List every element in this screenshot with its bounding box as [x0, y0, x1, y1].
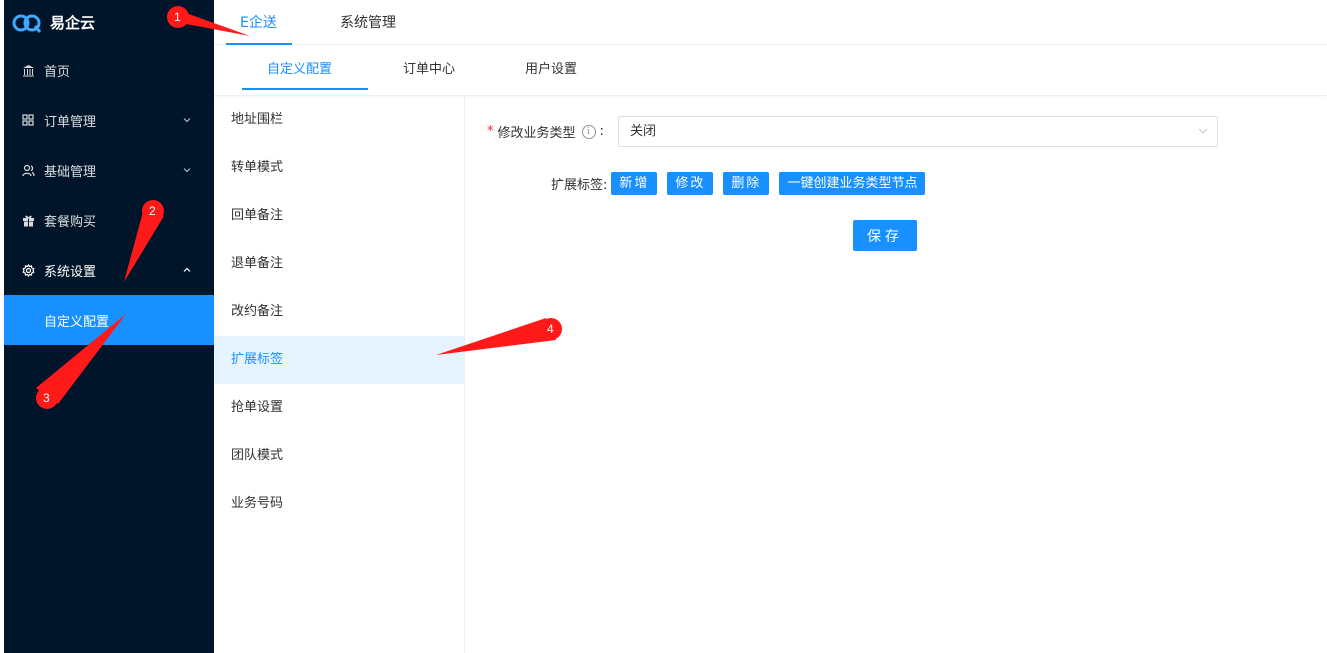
- sidebar-item-system-settings[interactable]: 系统设置: [4, 245, 214, 295]
- config-item-grab-order[interactable]: 抢单设置: [214, 384, 464, 432]
- business-type-label: 修改业务类型: [497, 126, 576, 141]
- business-type-value: 关闭: [630, 124, 657, 139]
- sidebar-item-orders[interactable]: 订单管理: [4, 95, 214, 145]
- sidebar-item-basic[interactable]: 基础管理: [4, 145, 214, 195]
- sidebar-item-package[interactable]: 套餐购买: [4, 195, 214, 245]
- sidebar-item-label: 系统设置: [44, 264, 97, 280]
- sub-tabs: 自定义配置 订单中心 用户设置: [214, 45, 1327, 96]
- sidebar-item-label: 订单管理: [44, 114, 97, 130]
- config-list: 地址围栏 转单模式 回单备注 退单备注 改约备注 扩展标签 抢单设置 团队模式 …: [214, 96, 465, 653]
- chevron-down-icon: [180, 113, 194, 127]
- tab-order-center[interactable]: 订单中心: [403, 45, 455, 95]
- bank-icon: [21, 63, 35, 77]
- tab-user-settings[interactable]: 用户设置: [525, 45, 577, 95]
- add-tag-button[interactable]: 新增: [611, 172, 658, 195]
- sidebar-item-label: 首页: [44, 64, 71, 80]
- chevron-down-icon: [180, 163, 194, 177]
- sidebar-subitem-custom-config[interactable]: 自定义配置: [4, 295, 214, 345]
- config-item-team-mode[interactable]: 团队模式: [214, 432, 464, 480]
- config-item-business-number[interactable]: 业务号码: [214, 480, 464, 528]
- top-nav: E企送 系统管理: [214, 0, 1327, 45]
- extended-tags-label: 扩展标签:: [551, 178, 608, 193]
- config-item-transfer-mode[interactable]: 转单模式: [214, 144, 464, 192]
- business-type-select[interactable]: 关闭: [618, 116, 1218, 147]
- tab-eqisong[interactable]: E企送: [240, 0, 277, 45]
- sidebar-subitem-label: 自定义配置: [44, 314, 110, 330]
- delete-tag-button[interactable]: 删除: [723, 172, 770, 195]
- gear-icon: [21, 263, 35, 277]
- chevron-up-icon: [180, 263, 194, 277]
- required-mark: *: [487, 124, 494, 139]
- grid-icon: [21, 113, 35, 127]
- info-icon[interactable]: i: [581, 124, 596, 139]
- chevron-down-icon: [1197, 125, 1209, 137]
- sidebar: 易企云 首页 订单管理 基础管理 套餐购买 系统设置 自定义配置: [4, 0, 214, 653]
- sidebar-item-home[interactable]: 首页: [4, 45, 214, 95]
- config-item-address-fence[interactable]: 地址围栏: [214, 96, 464, 144]
- create-business-type-node-button[interactable]: 一键创建业务类型节点: [779, 172, 926, 195]
- config-item-refund-note[interactable]: 退单备注: [214, 240, 464, 288]
- save-button[interactable]: 保存: [853, 220, 917, 251]
- label-colon: :: [599, 124, 604, 139]
- tab-system-management[interactable]: 系统管理: [340, 0, 396, 45]
- sidebar-item-label: 套餐购买: [44, 214, 97, 230]
- extended-tags-row: 扩展标签: 新增 修改 删除 一键创建业务类型节点: [551, 172, 935, 195]
- logo-icon: [12, 12, 42, 34]
- gift-icon: [21, 213, 35, 227]
- logo: 易企云: [4, 0, 214, 45]
- sidebar-item-label: 基础管理: [44, 164, 97, 180]
- config-item-reschedule-note[interactable]: 改约备注: [214, 288, 464, 336]
- form-area: * 修改业务类型 i : 关闭 扩展标签: 新增 修改 删除 一键创建业务类型节…: [465, 96, 1327, 653]
- config-item-extended-tags[interactable]: 扩展标签: [214, 336, 464, 384]
- app-name: 易企云: [50, 14, 96, 32]
- config-item-return-note[interactable]: 回单备注: [214, 192, 464, 240]
- users-icon: [21, 163, 35, 177]
- sub-tab-indicator: [242, 88, 368, 90]
- edit-tag-button[interactable]: 修改: [667, 172, 714, 195]
- business-type-field: * 修改业务类型 i :: [487, 116, 608, 147]
